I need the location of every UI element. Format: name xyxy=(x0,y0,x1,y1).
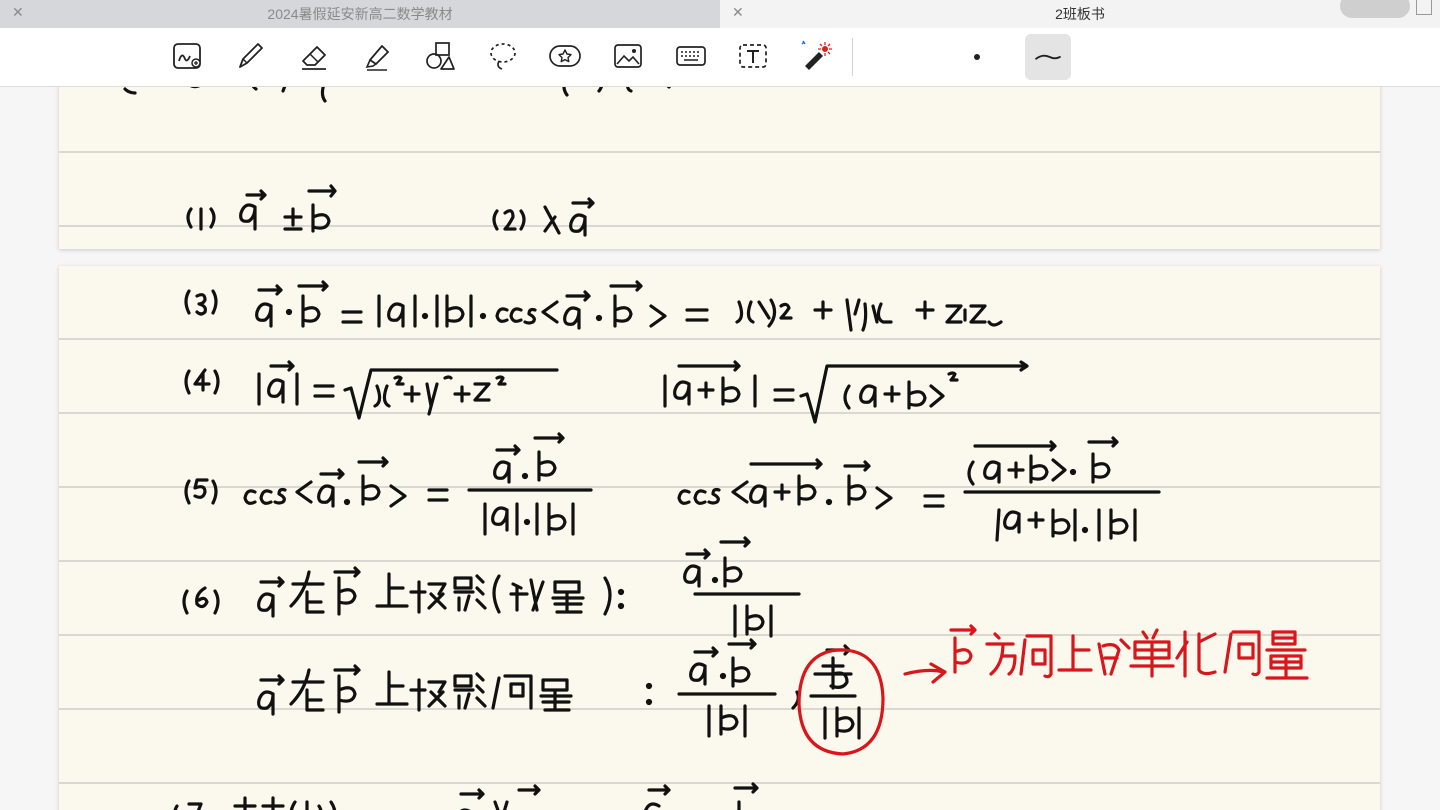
tab-board[interactable]: ✕ 2班板书 xyxy=(720,0,1440,28)
note-page-2[interactable] xyxy=(59,266,1380,810)
eraser-icon[interactable] xyxy=(292,33,336,79)
handwriting-to-text-icon[interactable] xyxy=(166,33,210,79)
sidebar-icon[interactable] xyxy=(1416,0,1432,15)
toolbar xyxy=(0,28,1440,87)
stroke-size-dot-icon[interactable] xyxy=(974,54,980,60)
close-icon[interactable]: ✕ xyxy=(12,4,24,21)
close-icon[interactable]: ✕ xyxy=(732,4,744,21)
tab-notebook[interactable]: ✕ 2024暑假延安新高二数学教材 xyxy=(0,0,720,28)
keyboard-icon[interactable] xyxy=(669,33,713,79)
image-icon[interactable] xyxy=(606,33,650,79)
curve-stroke-icon[interactable] xyxy=(1025,34,1071,80)
tab-handle xyxy=(1340,0,1410,18)
handwritten-ink xyxy=(173,280,1309,810)
tab-title: 2班板书 xyxy=(1055,6,1105,22)
tab-bar: ✕ 2024暑假延安新高二数学教材 ✕ 2班板书 xyxy=(0,0,1440,28)
highlighter-icon[interactable] xyxy=(355,33,399,79)
laser-pointer-icon[interactable] xyxy=(794,33,838,79)
handwritten-ink xyxy=(123,87,671,237)
note-page-1[interactable] xyxy=(59,87,1380,249)
pen-icon[interactable] xyxy=(228,33,272,79)
lasso-icon[interactable] xyxy=(481,33,525,79)
shapes-icon[interactable] xyxy=(418,33,462,79)
notebook-canvas[interactable] xyxy=(0,87,1440,810)
sticker-icon[interactable] xyxy=(543,33,587,79)
tab-title: 2024暑假延安新高二数学教材 xyxy=(267,6,453,22)
text-box-icon[interactable] xyxy=(731,33,775,79)
toolbar-divider xyxy=(852,38,853,76)
